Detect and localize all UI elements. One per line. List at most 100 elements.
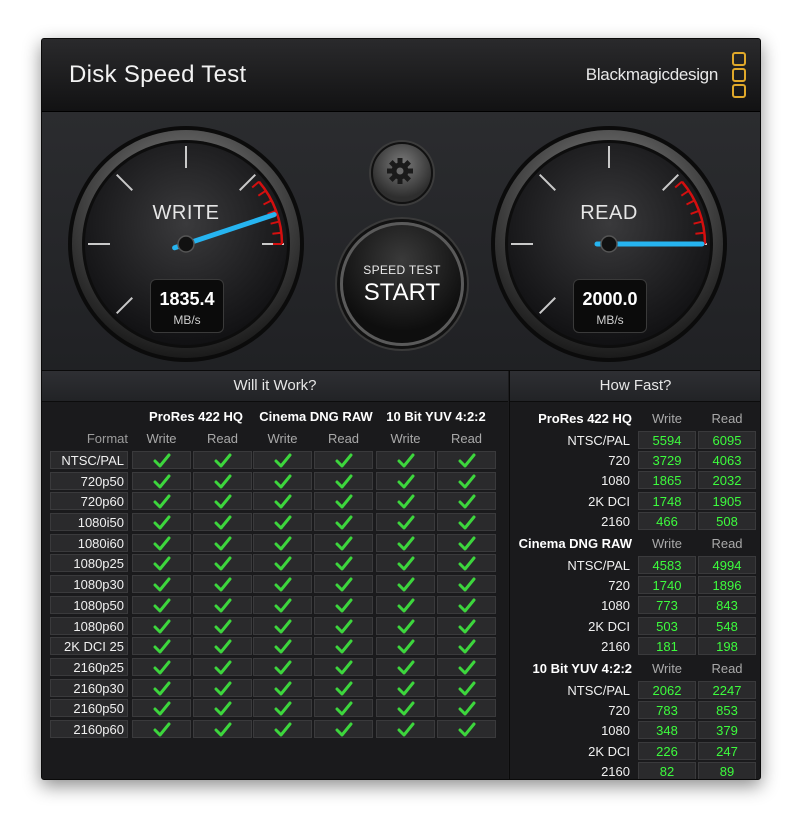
checkmark-icon — [335, 598, 353, 613]
compat-cell — [193, 492, 252, 511]
compat-cell — [376, 554, 435, 573]
checkmark-icon — [214, 577, 232, 592]
compat-cell — [376, 451, 435, 469]
compat-group-prores: ProRes 422 HQ — [149, 409, 243, 424]
compat-cell — [253, 575, 312, 594]
start-button[interactable]: SPEED TEST START — [340, 222, 464, 346]
compat-cell — [132, 554, 191, 573]
checkmark-icon — [458, 722, 476, 737]
compat-cell — [437, 637, 496, 656]
fast-row: 720 3729 4063 — [510, 450, 760, 470]
fast-group-title: 10 Bit YUV 4:2:2 — [532, 661, 632, 676]
compat-cell — [314, 533, 373, 552]
compat-cell — [376, 616, 435, 635]
checkmark-icon — [214, 701, 232, 716]
checkmark-icon — [458, 494, 476, 509]
compat-cell — [314, 575, 373, 594]
gear-icon — [387, 158, 413, 184]
fast-write-value: 1740 — [638, 576, 696, 595]
checkmark-icon — [335, 474, 353, 489]
fast-format-label: 2160 — [601, 763, 630, 779]
compat-cell — [314, 554, 373, 573]
checkmark-icon — [335, 681, 353, 696]
checkmark-icon — [153, 556, 171, 571]
compat-cell — [314, 699, 373, 718]
compat-cell — [253, 471, 312, 490]
checkmark-icon — [214, 474, 232, 489]
checkmark-icon — [397, 681, 415, 696]
checkmark-icon — [274, 598, 292, 613]
checkmark-icon — [214, 619, 232, 633]
compat-cell — [193, 575, 252, 594]
compat-cell — [376, 699, 435, 718]
compat-cell — [253, 595, 312, 614]
fast-read-value: 89 — [698, 761, 756, 779]
fast-write-value: 82 — [638, 761, 696, 779]
compat-row: 2K DCI 25 — [50, 636, 498, 657]
compat-row: NTSC/PAL — [50, 450, 498, 471]
compat-cell — [437, 492, 496, 511]
start-button-caption: SPEED TEST — [363, 263, 441, 277]
compat-cell — [253, 492, 312, 511]
fast-row: NTSC/PAL 5594 6095 — [510, 430, 760, 450]
compat-cell — [437, 657, 496, 676]
compat-format-label: 2160p60 — [50, 719, 128, 738]
checkmark-icon — [397, 598, 415, 613]
compat-cell — [314, 451, 373, 469]
checkmark-icon — [335, 722, 353, 737]
fast-format-label: 1080 — [601, 723, 630, 739]
compat-cell — [253, 513, 312, 532]
will-it-work-panel: Will it Work? ProRes 422 HQ Cinema DNG R… — [42, 371, 508, 779]
read-gauge: READ 2000.0 MB/s — [489, 124, 729, 364]
checkmark-icon — [214, 639, 232, 654]
compat-table: NTSC/PAL 720p50 720p60 1080i50 1080i60 1080p2… — [50, 450, 498, 740]
compat-row: 1080p25 — [50, 553, 498, 574]
fast-write-value: 1748 — [638, 491, 696, 510]
fast-group-title: ProRes 422 HQ — [538, 411, 632, 426]
checkmark-icon — [214, 598, 232, 613]
app-window: × Disk Speed Test Blackmagicdesign WRITE… — [41, 38, 761, 780]
fast-read-value: 198 — [698, 636, 756, 655]
checkmark-icon — [274, 453, 292, 468]
compat-write-header: Write — [267, 431, 298, 446]
compat-cell — [132, 471, 191, 490]
fast-write-value: 773 — [638, 596, 696, 615]
checkmark-icon — [214, 453, 232, 468]
checkmark-icon — [274, 722, 292, 737]
checkmark-icon — [153, 494, 171, 509]
compat-cell — [132, 575, 191, 594]
fast-group-title: Cinema DNG RAW — [518, 536, 632, 551]
compat-cell — [376, 513, 435, 532]
fast-format-label: 2K DCI — [588, 743, 630, 759]
checkmark-icon — [397, 494, 415, 509]
checkmark-icon — [153, 536, 171, 551]
compat-write-header: Write — [146, 431, 177, 446]
fast-write-value: 503 — [638, 616, 696, 635]
fast-row: 2K DCI 1748 1905 — [510, 491, 760, 511]
brand-logo-icon — [732, 52, 746, 100]
compat-row: 2160p60 — [50, 719, 498, 740]
checkmark-icon — [153, 598, 171, 613]
compat-cell — [314, 595, 373, 614]
checkmark-icon — [458, 536, 476, 551]
checkmark-icon — [214, 536, 232, 551]
checkmark-icon — [458, 598, 476, 613]
fast-write-value: 466 — [638, 511, 696, 530]
compat-cell — [437, 575, 496, 594]
checkmark-icon — [335, 639, 353, 654]
settings-button[interactable] — [371, 142, 433, 204]
compat-cell — [376, 533, 435, 552]
compat-cell — [314, 471, 373, 490]
compat-cell — [314, 637, 373, 656]
how-fast-panel: How Fast? ProRes 422 HQ Write Read NTSC/PAL… — [509, 371, 760, 779]
fast-read-header: Read — [711, 536, 743, 551]
compat-format-label: NTSC/PAL — [50, 451, 128, 469]
fast-write-value: 1865 — [638, 471, 696, 490]
checkmark-icon — [335, 619, 353, 633]
compat-format-label: 1080i50 — [50, 513, 128, 532]
checkmark-icon — [153, 474, 171, 489]
checkmark-icon — [397, 515, 415, 530]
fast-row: NTSC/PAL 4583 4994 — [510, 555, 760, 575]
compat-format-label: 1080p50 — [50, 595, 128, 614]
checkmark-icon — [397, 577, 415, 592]
